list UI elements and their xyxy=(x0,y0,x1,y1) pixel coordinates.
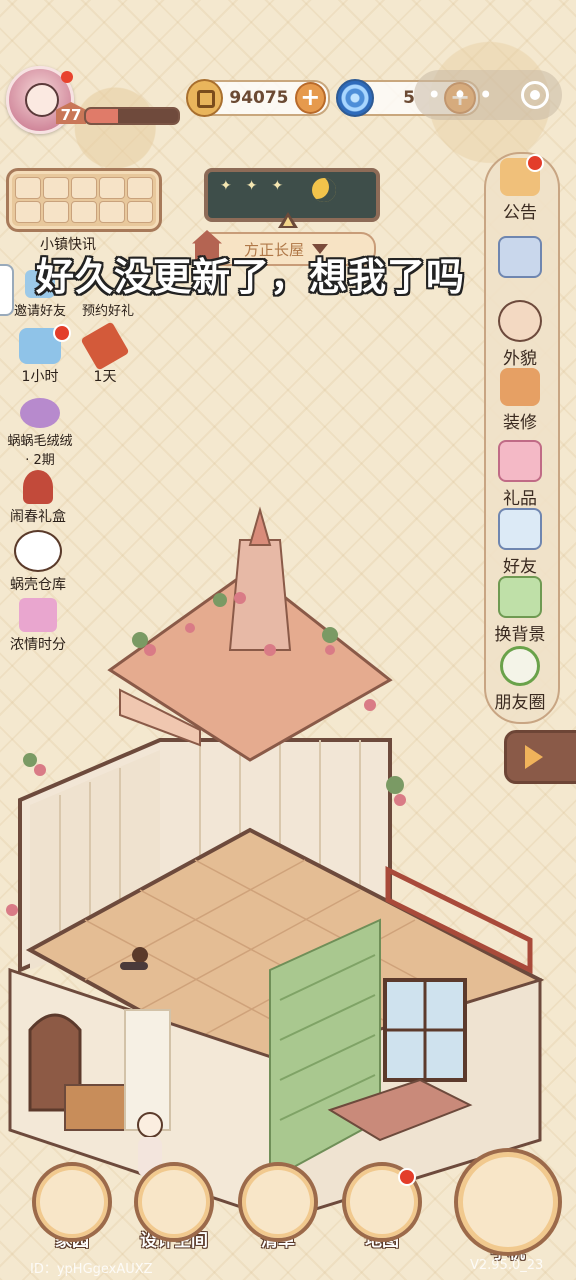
friends-label: 好友 xyxy=(503,557,537,577)
house-wrench-icon xyxy=(500,368,540,406)
nav-phone-button[interactable]: 手机 xyxy=(454,1148,562,1263)
picture-icon xyxy=(498,576,542,618)
nav-list-button[interactable]: 清单 xyxy=(236,1162,320,1251)
play-arrow-icon xyxy=(525,745,543,769)
coin-counter[interactable]: 94075 + xyxy=(186,79,330,117)
moments-icon xyxy=(500,646,540,686)
appearance-button[interactable]: 外貌 xyxy=(484,300,556,369)
spring-gift-box-button[interactable]: 闹春礼盒 xyxy=(6,470,70,526)
red-gift-icon xyxy=(23,470,53,504)
love-time-label: 浓情时分 xyxy=(10,637,66,653)
system-capsule[interactable]: • • • xyxy=(414,70,562,120)
event-plush-button[interactable]: 蜗蜗毛绒绒 · 2期 xyxy=(4,398,76,468)
gift-box-label: 闹春礼盒 xyxy=(10,509,66,525)
notification-dot xyxy=(61,71,73,83)
add-coins-button[interactable]: + xyxy=(294,82,326,114)
stars-icon: ✦✦✦ xyxy=(220,178,298,194)
timer-1h-label: 1小时 xyxy=(21,369,59,385)
nav-design-button[interactable]: 设计空间 xyxy=(132,1162,216,1251)
moments-button[interactable]: 朋友圈 xyxy=(484,646,556,713)
horn-icon xyxy=(80,321,130,371)
warehouse-label: 蜗壳仓库 xyxy=(10,577,66,593)
plush-toy-icon xyxy=(20,398,60,428)
news-tile xyxy=(99,201,125,223)
news-tile xyxy=(71,201,97,223)
decorate-label: 装修 xyxy=(503,413,537,433)
town-news-board[interactable] xyxy=(6,168,162,232)
news-tile xyxy=(15,177,41,199)
face-icon xyxy=(498,300,542,342)
xp-bar xyxy=(84,107,180,125)
coin-value: 94075 xyxy=(229,88,289,108)
notification-dot xyxy=(398,1168,416,1186)
contacts-icon xyxy=(498,508,542,550)
news-tile xyxy=(99,177,125,199)
decorate-button[interactable]: 装修 xyxy=(484,368,556,433)
coin-icon xyxy=(186,79,224,117)
notification-dot xyxy=(53,324,71,342)
swirl-gem-icon xyxy=(336,79,374,117)
nav-map-button[interactable]: 地图 xyxy=(340,1162,424,1251)
weather-pointer-icon xyxy=(278,212,298,228)
close-target-icon[interactable] xyxy=(520,81,549,109)
reserve-label: 预约好礼 xyxy=(81,304,134,319)
mail-button[interactable] xyxy=(484,236,556,280)
invite-label: 邀请好友 xyxy=(13,304,66,319)
news-tile xyxy=(127,201,153,223)
news-tile xyxy=(71,177,97,199)
moments-label: 朋友圈 xyxy=(494,693,546,713)
version-text: V2.95.0_23 xyxy=(470,1258,544,1273)
ruler-triangle-icon xyxy=(134,1162,214,1242)
event-label: 蜗蜗毛绒绒 xyxy=(7,434,73,449)
snail-warehouse-button[interactable]: 蜗壳仓库 xyxy=(6,530,70,594)
mail-icon xyxy=(498,236,542,278)
avatar-face xyxy=(25,83,59,117)
news-tile xyxy=(43,177,69,199)
notice-label: 公告 xyxy=(503,203,537,223)
moon-icon xyxy=(312,178,336,202)
map-pin-icon xyxy=(342,1162,422,1242)
home-icon xyxy=(32,1162,112,1242)
more-dots-icon[interactable]: • • • xyxy=(427,81,495,109)
timer-1d-label: 1天 xyxy=(93,369,117,385)
nav-home-button[interactable]: 家园 xyxy=(30,1162,114,1251)
player-id: ID：ypHGgexAUXZ xyxy=(30,1262,153,1277)
gift-box-icon xyxy=(19,324,71,364)
news-tile xyxy=(127,177,153,199)
notification-dot xyxy=(526,154,544,172)
news-tile xyxy=(15,201,41,223)
background-label: 换背景 xyxy=(494,625,546,645)
checklist-icon xyxy=(238,1162,318,1242)
cat-warehouse-icon xyxy=(14,530,62,572)
appearance-label: 外貌 xyxy=(503,349,537,369)
love-time-button[interactable]: 浓情时分 xyxy=(6,598,70,654)
pink-bow-gift-icon xyxy=(19,598,57,632)
change-background-button[interactable]: 换背景 xyxy=(484,576,556,645)
phone-icon xyxy=(454,1148,562,1256)
megaphone-icon xyxy=(500,154,544,196)
timed-gift-1h[interactable]: 1小时 xyxy=(12,324,71,386)
notice-button[interactable]: 公告 xyxy=(484,154,556,223)
news-tile xyxy=(43,201,69,223)
expand-panel-button[interactable] xyxy=(504,730,576,784)
xp-bar-fill xyxy=(86,109,119,123)
friends-button[interactable]: 好友 xyxy=(484,508,556,577)
timed-gift-1d[interactable]: 1天 xyxy=(80,321,130,386)
video-subtitle: 好久没更新了，想我了吗 xyxy=(36,255,466,299)
event-sub-label: · 2期 xyxy=(25,453,55,468)
gift-label: 礼品 xyxy=(503,489,537,509)
gift-button[interactable]: 礼品 xyxy=(484,440,556,509)
gift-icon xyxy=(498,440,542,482)
